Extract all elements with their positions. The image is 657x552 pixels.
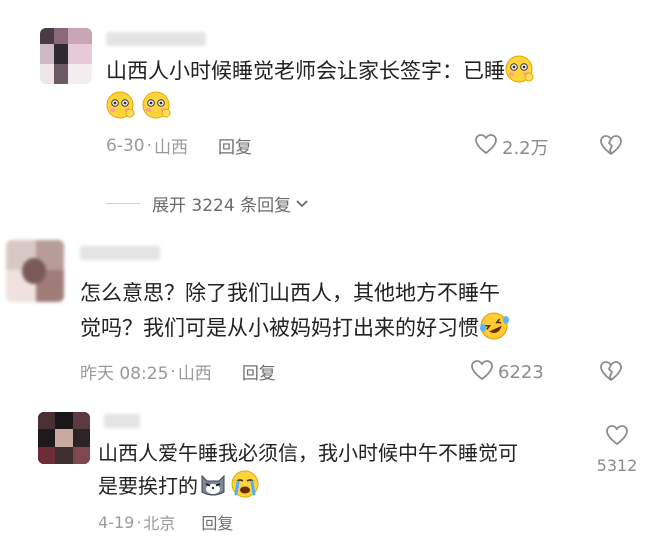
avatar[interactable] <box>6 240 64 302</box>
like-count: 6223 <box>498 362 544 383</box>
comment-text-line: 山西人小时候睡觉老师会让家长签字：已睡 <box>106 59 505 83</box>
shy-face-icon <box>106 91 136 129</box>
divider-line <box>106 203 140 204</box>
comment-meta: 4-19 · 北京 回复 <box>98 510 233 534</box>
expand-replies-button[interactable]: 展开 3224 条回复 <box>106 191 309 216</box>
heart-icon <box>474 133 498 160</box>
like-count: 2.2万 <box>502 137 549 159</box>
comment-text-line: 觉吗？我们可是从小被妈妈打出来的好习惯 <box>80 316 479 340</box>
comment-location: 北京 <box>143 514 176 533</box>
shy-face-icon <box>505 55 535 93</box>
like-button[interactable]: 2.2万 <box>474 133 549 160</box>
username[interactable] <box>106 32 206 46</box>
like-count: 5312 <box>596 456 638 475</box>
reply-button[interactable]: 回复 <box>242 359 276 384</box>
like-button[interactable]: 5312 <box>594 424 640 475</box>
dislike-button[interactable] <box>598 360 624 386</box>
dot-separator: · <box>136 512 142 532</box>
comment-emoji-line <box>106 90 172 129</box>
username[interactable] <box>104 414 140 428</box>
comment-text: 觉吗？我们可是从小被妈妈打出来的好习惯 <box>80 311 509 350</box>
dislike-button[interactable] <box>598 134 624 160</box>
dot-separator: · <box>146 135 152 156</box>
broken-heart-icon <box>598 135 624 160</box>
comment-location: 山西 <box>177 364 212 384</box>
comment-meta: 昨天 08:25 · 山西 回复 <box>80 359 276 385</box>
comment-date: 4-19 <box>98 512 135 532</box>
rolling-laughing-face-icon <box>479 312 509 350</box>
comment-text-line: 山西人爱午睡我必须信，我小时候中午不睡觉可 <box>98 441 518 465</box>
comment-text: 怎么意思？除了我们山西人，其他地方不睡午 <box>80 276 500 310</box>
reply-button[interactable]: 回复 <box>201 510 233 534</box>
comment-text: 山西人小时候睡觉老师会让家长签字：已睡 <box>106 54 535 93</box>
dot-separator: · <box>170 361 176 382</box>
heart-icon <box>470 359 494 386</box>
username[interactable] <box>80 246 160 260</box>
avatar[interactable] <box>40 28 92 84</box>
reply-button[interactable]: 回复 <box>218 133 252 158</box>
comment-text-line: 怎么意思？除了我们山西人，其他地方不睡午 <box>80 281 500 305</box>
comment-text-line: 是要挨打的 <box>98 474 198 498</box>
comment-text: 山西人爱午睡我必须信，我小时候中午不睡觉可 <box>98 436 518 470</box>
comment-text: 是要挨打的 <box>98 469 260 508</box>
heart-icon <box>594 424 640 450</box>
chevron-down-icon <box>295 194 309 214</box>
comment-date: 6-30 <box>106 135 145 156</box>
comment-meta: 6-30 · 山西 回复 <box>106 133 252 159</box>
cat-face-icon <box>198 470 228 508</box>
broken-heart-icon <box>598 361 624 386</box>
crying-face-icon <box>230 470 260 508</box>
like-button[interactable]: 6223 <box>470 359 544 386</box>
comment-date: 昨天 08:25 <box>80 364 169 384</box>
shy-face-icon <box>142 91 172 129</box>
comment-location: 山西 <box>154 138 188 158</box>
avatar[interactable] <box>38 412 90 464</box>
expand-replies-label: 展开 3224 条回复 <box>152 196 292 216</box>
